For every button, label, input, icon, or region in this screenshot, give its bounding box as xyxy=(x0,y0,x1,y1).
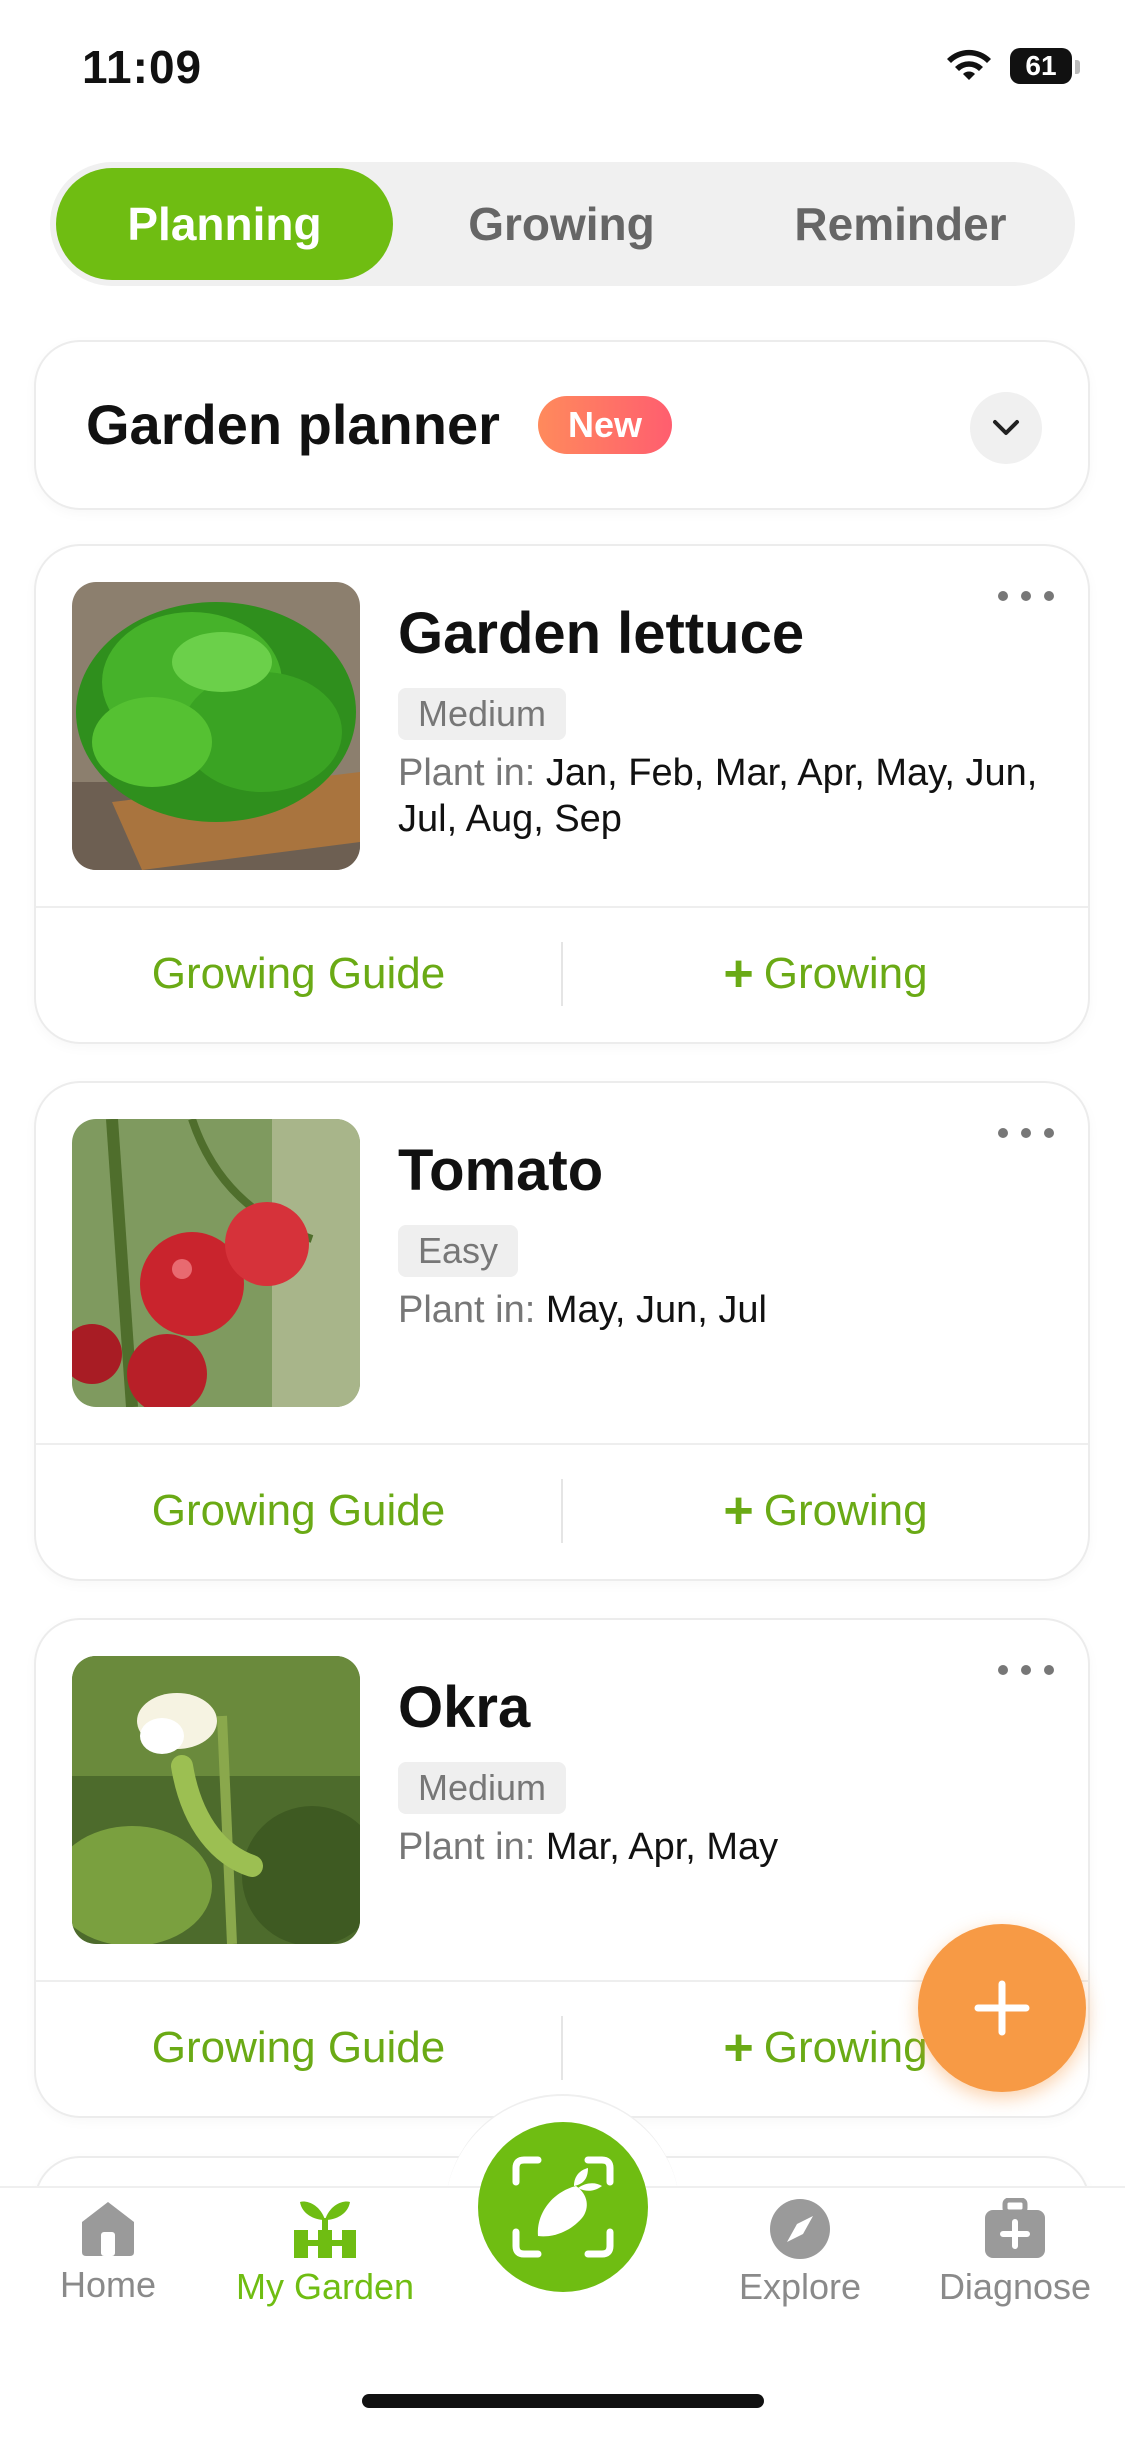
garden-planner-card[interactable]: Garden planner New xyxy=(36,342,1088,508)
months-value: Mar, Apr, May xyxy=(545,1826,779,1868)
difficulty-badge: Easy xyxy=(398,1225,519,1277)
growing-label: Growing xyxy=(763,1486,928,1535)
add-growing-button[interactable]: + Growing xyxy=(563,942,1088,1006)
plant-name: Okra xyxy=(398,1675,531,1740)
add-growing-button[interactable]: + Growing xyxy=(563,1479,1088,1543)
home-indicator xyxy=(362,2394,764,2408)
growing-label: Growing xyxy=(763,949,928,998)
tab-label: Home xyxy=(59,2264,157,2305)
plant-months: Plant in: Jan, Feb, Mar, Apr, May, Jun, … xyxy=(398,750,1038,842)
growing-label: Growing xyxy=(763,2023,928,2072)
new-badge: New xyxy=(538,396,672,454)
plus-icon: + xyxy=(723,945,754,1003)
chevron-down-icon xyxy=(993,420,1019,435)
difficulty-badge: Medium xyxy=(398,688,567,740)
plant-name: Tomato xyxy=(398,1138,604,1203)
garden-icon xyxy=(294,2201,356,2258)
tab-growing[interactable]: Growing xyxy=(393,168,730,280)
plant-in-label: Plant in: xyxy=(398,1289,536,1331)
battery-cap xyxy=(1075,60,1080,74)
tab-my-garden[interactable]: My Garden xyxy=(225,2198,425,2308)
divider xyxy=(36,906,1088,908)
tab-planning[interactable]: Planning xyxy=(56,168,393,280)
lettuce-photo xyxy=(72,582,360,870)
segmented-control: Planning Growing Reminder xyxy=(50,162,1075,286)
plant-scan-button[interactable] xyxy=(478,2122,648,2292)
tab-label: Diagnose xyxy=(938,2266,1092,2307)
expand-button[interactable] xyxy=(970,392,1042,464)
status-time: 11:09 xyxy=(82,41,203,93)
planner-title: Garden planner xyxy=(86,393,500,456)
plant-name: Garden lettuce xyxy=(398,601,805,666)
medkit-icon xyxy=(985,2198,1045,2258)
status-bar: 11:09 61 xyxy=(0,0,1125,140)
growing-guide-button[interactable]: Growing Guide xyxy=(36,942,561,1006)
tab-label: My Garden xyxy=(235,2266,415,2307)
plus-icon: + xyxy=(723,1482,754,1540)
battery-icon: 61 xyxy=(1010,48,1072,84)
plant-card[interactable]: Tomato Easy Plant in: May, Jun, Jul Grow… xyxy=(36,1083,1088,1579)
more-options-icon[interactable] xyxy=(998,1660,1054,1680)
plant-scan-icon xyxy=(512,2156,614,2258)
wifi-icon xyxy=(947,49,991,80)
plant-in-label: Plant in: xyxy=(398,752,536,794)
plant-in-label: Plant in: xyxy=(398,1826,536,1868)
more-options-icon[interactable] xyxy=(998,586,1054,606)
more-options-icon[interactable] xyxy=(998,1123,1054,1143)
tab-explore[interactable]: Explore xyxy=(700,2198,900,2308)
okra-photo xyxy=(72,1656,360,1944)
tomato-photo xyxy=(72,1119,360,1407)
compass-icon xyxy=(770,2199,830,2259)
divider xyxy=(36,1443,1088,1445)
add-plant-button[interactable] xyxy=(918,1924,1086,2092)
plant-months: Plant in: May, Jun, Jul xyxy=(398,1287,1038,1333)
home-icon xyxy=(82,2202,134,2256)
tab-label: Explore xyxy=(738,2266,862,2307)
plus-icon: + xyxy=(723,2019,754,2077)
tab-reminder[interactable]: Reminder xyxy=(732,168,1069,280)
difficulty-badge: Medium xyxy=(398,1762,567,1814)
plant-months: Plant in: Mar, Apr, May xyxy=(398,1824,1038,1870)
tab-home[interactable]: Home xyxy=(8,2198,208,2306)
growing-guide-button[interactable]: Growing Guide xyxy=(36,2016,561,2080)
battery-level: 61 xyxy=(1025,50,1057,81)
plus-icon xyxy=(974,1980,1030,2036)
growing-guide-button[interactable]: Growing Guide xyxy=(36,1479,561,1543)
tab-diagnose[interactable]: Diagnose xyxy=(915,2198,1115,2308)
plant-card[interactable]: Garden lettuce Medium Plant in: Jan, Feb… xyxy=(36,546,1088,1042)
months-value: May, Jun, Jul xyxy=(545,1289,767,1331)
